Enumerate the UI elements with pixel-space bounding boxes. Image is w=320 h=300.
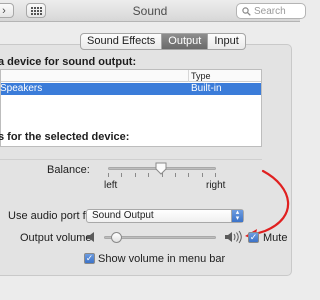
balance-slider[interactable] — [108, 162, 216, 177]
tab-output[interactable]: Output — [162, 34, 209, 49]
mute-checkbox[interactable]: ✓ — [248, 232, 259, 243]
mute-label: Mute — [263, 232, 288, 244]
device-settings-heading: s for the selected device: — [0, 131, 130, 143]
device-type: Built-in — [191, 83, 222, 94]
audio-port-label: Use audio port for: — [8, 210, 99, 222]
title-bar: › Sound Search — [0, 0, 306, 22]
audio-port-popup[interactable]: Sound Output ▴ ▾ — [86, 209, 244, 223]
tab-input[interactable]: Input — [208, 34, 244, 49]
menu-bar-checkbox[interactable]: ✓ — [84, 253, 95, 264]
search-icon — [242, 6, 251, 16]
select-device-heading: a device for sound output: — [0, 56, 137, 68]
chevron-updown-icon: ▴ ▾ — [231, 209, 243, 222]
speaker-high-icon — [225, 230, 242, 244]
speaker-low-icon — [87, 232, 94, 242]
menu-bar-label: Show volume in menu bar — [98, 253, 226, 265]
table-row[interactable]: l Speakers Built-in — [0, 83, 261, 95]
column-header-type[interactable]: Type — [188, 70, 211, 82]
tab-sound-effects[interactable]: Sound Effects — [81, 34, 163, 49]
audio-port-value: Sound Output — [92, 210, 154, 221]
volume-slider[interactable] — [104, 232, 216, 243]
search-placeholder: Search — [254, 5, 286, 17]
tab-bar: Sound Effects Output Input — [80, 33, 246, 50]
volume-knob[interactable] — [111, 232, 122, 243]
output-volume-label: Output volume: — [20, 232, 95, 244]
table-header: Type — [1, 70, 261, 82]
search-field[interactable]: Search — [236, 3, 306, 19]
balance-knob[interactable] — [155, 162, 167, 175]
divider — [0, 159, 262, 160]
device-name: l Speakers — [0, 83, 43, 94]
balance-left-label: left — [104, 180, 118, 191]
balance-label: Balance: — [47, 164, 90, 176]
